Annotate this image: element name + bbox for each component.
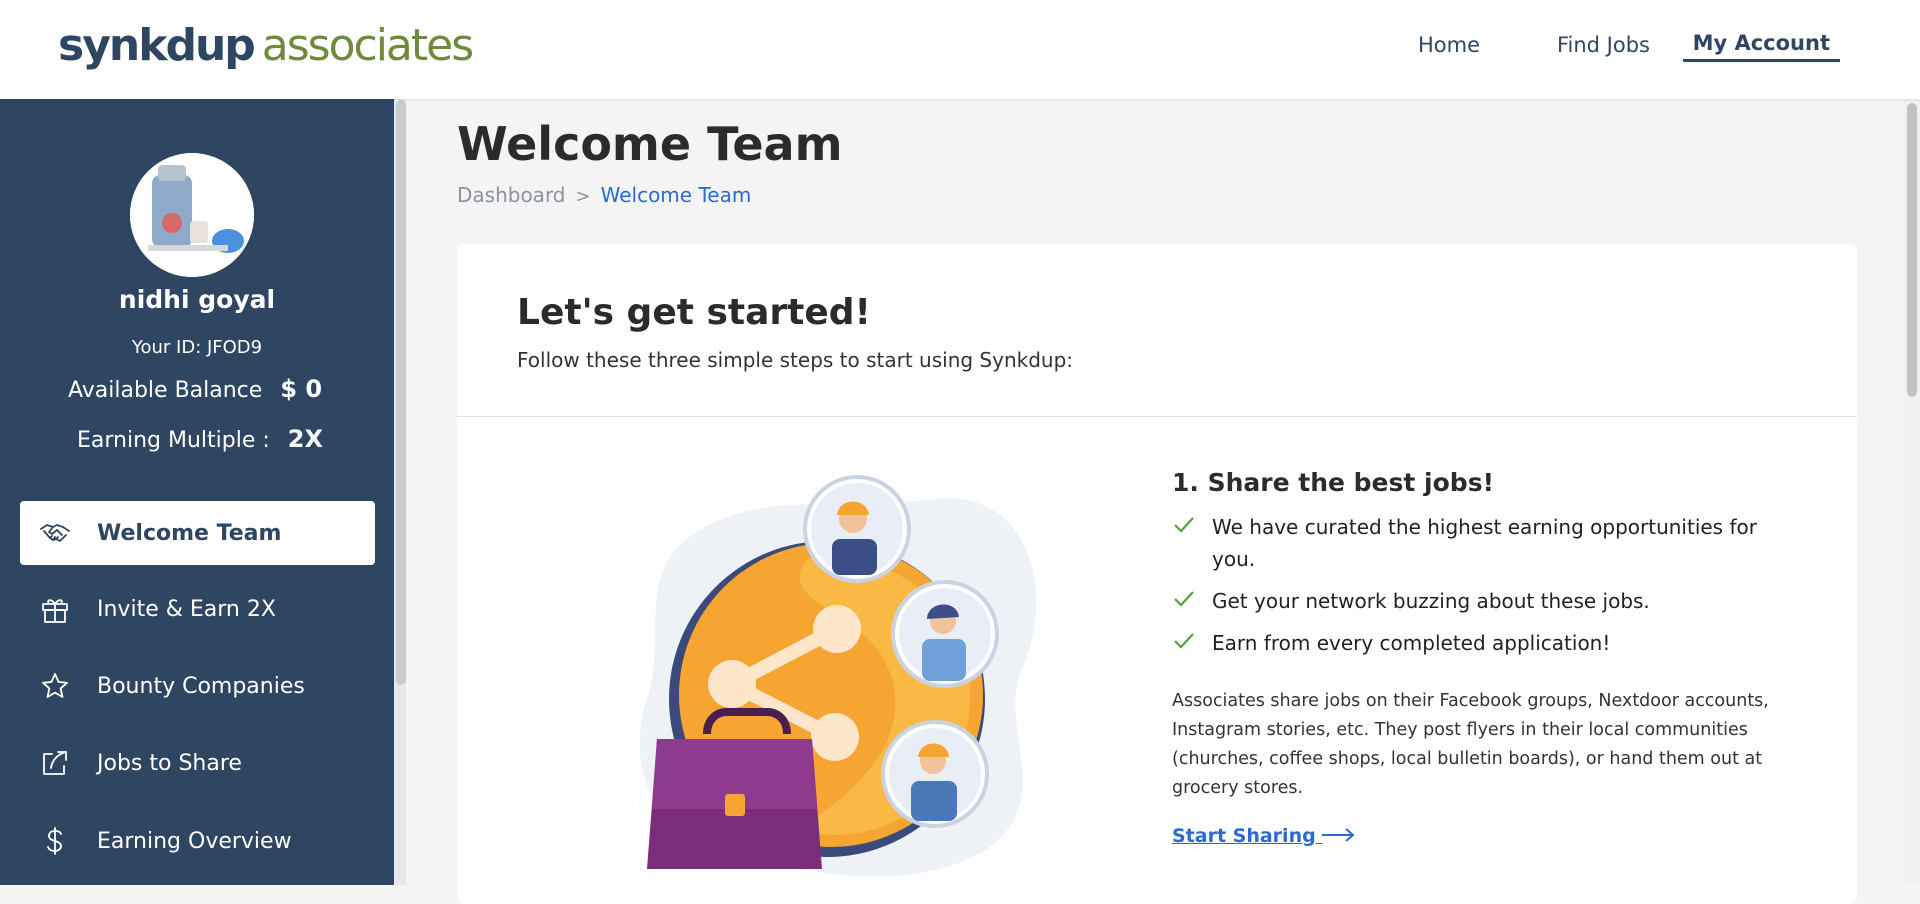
balance-value: $ 0: [280, 375, 323, 403]
arrow-right-icon: [1322, 825, 1356, 847]
nav-find-jobs[interactable]: Find Jobs: [1557, 33, 1650, 57]
logo-text-secondary: associates: [261, 20, 474, 71]
share-icon: [38, 746, 72, 780]
check-icon: [1172, 629, 1196, 662]
page-title: Welcome Team: [457, 117, 843, 171]
start-sharing-link[interactable]: Start Sharing: [1172, 825, 1356, 847]
sidebar-item-label: Earning Overview: [97, 828, 292, 854]
card-title: Let's get started!: [517, 292, 871, 333]
multiple-value: 2X: [287, 425, 323, 453]
top-navbar: synkdup associates Home Find Jobs My Acco…: [0, 0, 1920, 99]
list-item-text: Earn from every completed application!: [1212, 631, 1611, 655]
sidebar-item-label: Invite & Earn 2X: [97, 596, 276, 622]
avatar[interactable]: [130, 153, 254, 277]
available-balance: Available Balance $ 0: [68, 375, 322, 403]
sidebar-item-invite-earn[interactable]: Invite & Earn 2X: [20, 577, 375, 641]
start-sharing-label: Start Sharing: [1172, 825, 1316, 847]
breadcrumb-separator-icon: >: [575, 186, 591, 207]
multiple-label: Earning Multiple :: [77, 428, 270, 453]
step-1-checklist: We have curated the highest earning oppo…: [1172, 511, 1792, 659]
list-item-text: We have curated the highest earning oppo…: [1212, 515, 1757, 571]
check-icon: [1172, 587, 1196, 620]
sidebar-item-label: Bounty Companies: [97, 673, 305, 699]
step-1: 1. Share the best jobs! We have curated …: [1172, 468, 1792, 847]
sidebar-item-welcome-team[interactable]: Welcome Team: [20, 501, 375, 565]
user-name: nidhi goyal: [118, 285, 276, 314]
nav-my-account[interactable]: My Account: [1682, 31, 1840, 62]
list-item: We have curated the highest earning oppo…: [1172, 511, 1792, 575]
sidebar-item-label: Jobs to Share: [97, 750, 242, 776]
breadcrumb-current: Welcome Team: [600, 183, 752, 207]
check-icon: [1172, 513, 1196, 546]
dollar-icon: [38, 824, 72, 858]
nav-home[interactable]: Home: [1418, 33, 1480, 57]
list-item: Get your network buzzing about these job…: [1172, 585, 1792, 617]
breadcrumb: Dashboard > Welcome Team: [457, 183, 751, 207]
sidebar-item-label: Welcome Team: [97, 520, 282, 546]
card-header: Let's get started! Follow these three si…: [457, 244, 1857, 417]
gift-icon: [38, 592, 72, 626]
sidebar-item-bounty-companies[interactable]: Bounty Companies: [20, 654, 375, 718]
earning-multiple: Earning Multiple : 2X: [77, 425, 323, 453]
sidebar-item-jobs-to-share[interactable]: Jobs to Share: [20, 731, 375, 795]
step-1-title: 1. Share the best jobs!: [1172, 468, 1494, 497]
sidebar: nidhi goyal Your ID: JFOD9 Available Bal…: [0, 99, 406, 885]
step-1-description: Associates share jobs on their Facebook …: [1172, 691, 1769, 798]
card-subtitle: Follow these three simple steps to start…: [517, 348, 1074, 372]
sidebar-scrollbar-thumb[interactable]: [396, 100, 406, 685]
logo[interactable]: synkdup associates: [58, 20, 474, 72]
main-content: Welcome Team Dashboard > Welcome Team Let'…: [406, 99, 1920, 904]
balance-label: Available Balance: [68, 378, 263, 403]
breadcrumb-dashboard[interactable]: Dashboard: [457, 183, 566, 207]
page-scrollbar-thumb[interactable]: [1907, 103, 1917, 397]
user-id: Your ID: JFOD9: [131, 337, 263, 358]
sidebar-item-earning-overview[interactable]: Earning Overview: [20, 809, 375, 873]
logo-text-primary: synkdup: [58, 20, 256, 71]
list-item: Earn from every completed application!: [1172, 627, 1792, 659]
page-scrollbar[interactable]: [1904, 99, 1920, 885]
share-jobs-illustration: [627, 469, 1047, 879]
star-icon: [38, 669, 72, 703]
handshake-icon: [38, 516, 72, 550]
list-item-text: Get your network buzzing about these job…: [1212, 589, 1650, 613]
getting-started-card: Let's get started! Follow these three si…: [457, 244, 1857, 904]
